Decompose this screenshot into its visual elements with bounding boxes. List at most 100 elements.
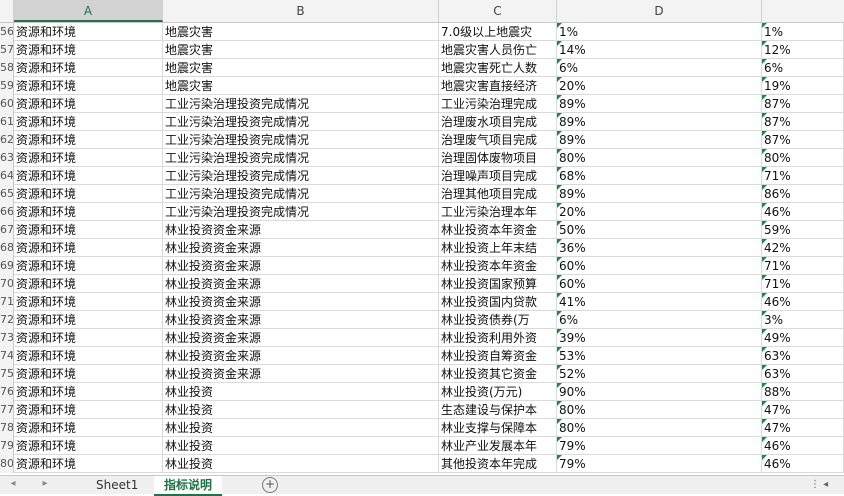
horizontal-scrollbar[interactable]: ⋮ ◂ xyxy=(810,479,840,491)
cell-d[interactable]: 89% xyxy=(557,113,762,131)
row-number[interactable]: 80 xyxy=(0,455,14,473)
cell-b[interactable]: 林业投资 xyxy=(163,401,439,419)
cell-c[interactable]: 工业污染治理本年 xyxy=(439,203,557,221)
cell-c[interactable]: 生态建设与保护本 xyxy=(439,401,557,419)
cell-e[interactable]: 47% xyxy=(762,401,844,419)
cell-c[interactable]: 治理其他项目完成 xyxy=(439,185,557,203)
cell-e[interactable]: 42% xyxy=(762,239,844,257)
cell-e[interactable]: 71% xyxy=(762,167,844,185)
cell-a[interactable]: 资源和环境 xyxy=(14,257,163,275)
cell-c[interactable]: 林业投资(万元) xyxy=(439,383,557,401)
cell-d[interactable]: 36% xyxy=(557,239,762,257)
cell-c[interactable]: 地震灾害人员伤亡 xyxy=(439,41,557,59)
cell-d[interactable]: 20% xyxy=(557,203,762,221)
cell-c[interactable]: 地震灾害死亡人数 xyxy=(439,59,557,77)
cell-b[interactable]: 林业投资资金来源 xyxy=(163,329,439,347)
cell-b[interactable]: 工业污染治理投资完成情况 xyxy=(163,131,439,149)
row-number[interactable]: 62 xyxy=(0,131,14,149)
row-number[interactable]: 56 xyxy=(0,23,14,41)
cell-c[interactable]: 林业投资债券(万 xyxy=(439,311,557,329)
cell-d[interactable]: 89% xyxy=(557,131,762,149)
cell-d[interactable]: 89% xyxy=(557,95,762,113)
sheet-tab-sheet1[interactable]: Sheet1 xyxy=(86,476,148,494)
cell-e[interactable]: 6% xyxy=(762,59,844,77)
cell-d[interactable]: 60% xyxy=(557,257,762,275)
cell-e[interactable]: 87% xyxy=(762,113,844,131)
cell-b[interactable]: 林业投资 xyxy=(163,437,439,455)
row-number[interactable]: 69 xyxy=(0,257,14,275)
cell-e[interactable]: 88% xyxy=(762,383,844,401)
cell-a[interactable]: 资源和环境 xyxy=(14,113,163,131)
cell-e[interactable]: 87% xyxy=(762,95,844,113)
cell-e[interactable]: 46% xyxy=(762,455,844,473)
cell-a[interactable]: 资源和环境 xyxy=(14,383,163,401)
cell-d[interactable]: 89% xyxy=(557,185,762,203)
cell-c[interactable]: 治理废水项目完成 xyxy=(439,113,557,131)
cell-a[interactable]: 资源和环境 xyxy=(14,293,163,311)
row-number[interactable]: 58 xyxy=(0,59,14,77)
row-number[interactable]: 63 xyxy=(0,149,14,167)
cell-a[interactable]: 资源和环境 xyxy=(14,347,163,365)
row-number[interactable]: 77 xyxy=(0,401,14,419)
row-number[interactable]: 66 xyxy=(0,203,14,221)
cell-b[interactable]: 林业投资资金来源 xyxy=(163,365,439,383)
cell-b[interactable]: 林业投资 xyxy=(163,419,439,437)
select-all-corner[interactable] xyxy=(0,0,14,22)
cell-e[interactable]: 71% xyxy=(762,257,844,275)
cell-c[interactable]: 林业投资国家预算 xyxy=(439,275,557,293)
cell-c[interactable]: 地震灾害直接经济 xyxy=(439,77,557,95)
cell-d[interactable]: 80% xyxy=(557,149,762,167)
cell-c[interactable]: 林业投资利用外资 xyxy=(439,329,557,347)
cell-e[interactable]: 46% xyxy=(762,203,844,221)
cell-c[interactable]: 治理废气项目完成 xyxy=(439,131,557,149)
cell-b[interactable]: 林业投资资金来源 xyxy=(163,239,439,257)
cell-c[interactable]: 林业投资国内贷款 xyxy=(439,293,557,311)
row-number[interactable]: 65 xyxy=(0,185,14,203)
cell-d[interactable]: 52% xyxy=(557,365,762,383)
row-number[interactable]: 76 xyxy=(0,383,14,401)
cell-b[interactable]: 林业投资资金来源 xyxy=(163,293,439,311)
cell-e[interactable]: 1% xyxy=(762,23,844,41)
cell-d[interactable]: 39% xyxy=(557,329,762,347)
cell-b[interactable]: 林业投资资金来源 xyxy=(163,347,439,365)
column-header-a[interactable]: A xyxy=(14,0,163,22)
row-number[interactable]: 78 xyxy=(0,419,14,437)
cell-c[interactable]: 7.0级以上地震灾 xyxy=(439,23,557,41)
cell-e[interactable]: 49% xyxy=(762,329,844,347)
row-number[interactable]: 60 xyxy=(0,95,14,113)
row-number[interactable]: 71 xyxy=(0,293,14,311)
cell-a[interactable]: 资源和环境 xyxy=(14,419,163,437)
row-number[interactable]: 57 xyxy=(0,41,14,59)
cell-a[interactable]: 资源和环境 xyxy=(14,401,163,419)
cell-c[interactable]: 林业投资本年资金 xyxy=(439,221,557,239)
cell-b[interactable]: 林业投资 xyxy=(163,455,439,473)
cell-d[interactable]: 53% xyxy=(557,347,762,365)
row-number[interactable]: 64 xyxy=(0,167,14,185)
cell-a[interactable]: 资源和环境 xyxy=(14,275,163,293)
cell-a[interactable]: 资源和环境 xyxy=(14,41,163,59)
cell-a[interactable]: 资源和环境 xyxy=(14,167,163,185)
cell-c[interactable]: 林业支撑与保障本 xyxy=(439,419,557,437)
cell-b[interactable]: 工业污染治理投资完成情况 xyxy=(163,113,439,131)
row-number[interactable]: 68 xyxy=(0,239,14,257)
cell-d[interactable]: 79% xyxy=(557,455,762,473)
cell-a[interactable]: 资源和环境 xyxy=(14,455,163,473)
cell-e[interactable]: 63% xyxy=(762,347,844,365)
cell-e[interactable]: 3% xyxy=(762,311,844,329)
cell-a[interactable]: 资源和环境 xyxy=(14,77,163,95)
scroll-tabs-left-icon[interactable]: ◂ xyxy=(6,478,20,489)
row-number[interactable]: 79 xyxy=(0,437,14,455)
scroll-tabs-right-icon[interactable]: ▸ xyxy=(38,478,52,489)
row-number[interactable]: 70 xyxy=(0,275,14,293)
cell-a[interactable]: 资源和环境 xyxy=(14,239,163,257)
row-number[interactable]: 59 xyxy=(0,77,14,95)
cell-a[interactable]: 资源和环境 xyxy=(14,23,163,41)
cell-e[interactable]: 59% xyxy=(762,221,844,239)
cell-d[interactable]: 90% xyxy=(557,383,762,401)
cell-e[interactable]: 46% xyxy=(762,437,844,455)
cell-c[interactable]: 林业投资上年末结 xyxy=(439,239,557,257)
cell-d[interactable]: 1% xyxy=(557,23,762,41)
row-number[interactable]: 67 xyxy=(0,221,14,239)
cell-d[interactable]: 50% xyxy=(557,221,762,239)
cell-c[interactable]: 林业产业发展本年 xyxy=(439,437,557,455)
